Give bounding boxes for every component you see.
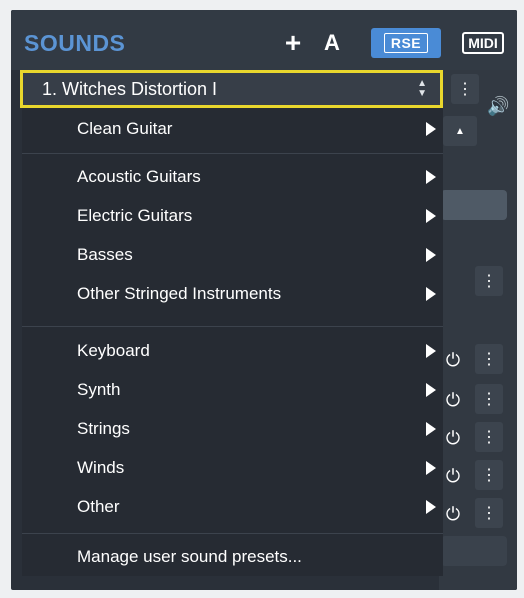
auto-button[interactable]: A xyxy=(317,28,347,58)
menu-divider xyxy=(22,533,443,534)
midi-label: MIDI xyxy=(462,32,504,54)
speaker-icon[interactable]: 🔊 xyxy=(487,96,509,117)
sound-preset-selector[interactable]: 1. Witches Distortion I ▲ ▼ xyxy=(20,70,443,108)
submenu-arrow-icon xyxy=(426,383,436,397)
menu-item-label: Basses xyxy=(77,245,133,264)
more-options-button[interactable]: ⋮ xyxy=(475,384,503,414)
more-options-button[interactable]: ⋮ xyxy=(475,422,503,452)
menu-divider xyxy=(22,326,443,327)
power-knob-icon[interactable]: ⏻ xyxy=(443,350,463,370)
more-options-button[interactable]: ⋮ xyxy=(475,460,503,490)
midi-button[interactable]: MIDI xyxy=(455,28,511,58)
track-slot-bar[interactable] xyxy=(441,190,507,220)
submenu-arrow-icon xyxy=(426,122,436,136)
more-icon: ⋮ xyxy=(481,391,497,408)
menu-item-synth[interactable]: Synth xyxy=(22,371,443,409)
more-options-button[interactable]: ⋮ xyxy=(451,74,479,104)
menu-item-electric-guitars[interactable]: Electric Guitars xyxy=(22,197,443,235)
submenu-arrow-icon xyxy=(426,422,436,436)
more-icon: ⋮ xyxy=(481,505,497,522)
menu-item-winds[interactable]: Winds xyxy=(22,449,443,487)
power-knob-icon[interactable]: ⏻ xyxy=(443,504,463,524)
sound-category-menu: Clean Guitar Acoustic Guitars Electric G… xyxy=(22,108,443,576)
more-options-button[interactable]: ⋮ xyxy=(475,266,503,296)
menu-item-label: Acoustic Guitars xyxy=(77,167,201,186)
submenu-arrow-icon xyxy=(426,461,436,475)
menu-item-other[interactable]: Other xyxy=(22,488,443,526)
collapse-button[interactable]: ▲ xyxy=(443,116,477,146)
submenu-arrow-icon xyxy=(426,500,436,514)
menu-item-label: Winds xyxy=(77,458,125,477)
power-knob-icon[interactable]: ⏻ xyxy=(443,466,463,486)
selected-sound-label: 1. Witches Distortion I xyxy=(42,78,218,99)
menu-item-label: Other xyxy=(77,497,120,516)
menu-item-label: Other Stringed Instruments xyxy=(77,284,282,303)
more-icon: ⋮ xyxy=(457,81,473,98)
menu-item-manage-presets[interactable]: Manage user sound presets... xyxy=(22,538,443,576)
more-icon: ⋮ xyxy=(481,273,497,290)
updown-chevrons-icon: ▲ ▼ xyxy=(417,78,427,99)
sounds-panel: SOUNDS + A RSE MIDI ⋮ 🔊 ▲ ⋮ ⏻ ⋮ ⏻ ⋮ ⏻ ⋮ … xyxy=(11,10,517,590)
menu-item-label: Clean Guitar xyxy=(77,119,173,138)
power-knob-icon[interactable]: ⏻ xyxy=(443,390,463,410)
more-icon: ⋮ xyxy=(481,467,497,484)
submenu-arrow-icon xyxy=(426,287,436,301)
submenu-arrow-icon xyxy=(426,209,436,223)
submenu-arrow-icon xyxy=(426,248,436,262)
more-options-button[interactable]: ⋮ xyxy=(475,344,503,374)
sounds-header: SOUNDS + A RSE MIDI xyxy=(11,10,517,70)
more-icon: ⋮ xyxy=(481,429,497,446)
add-sound-button[interactable]: + xyxy=(277,27,309,58)
power-knob-icon[interactable]: ⏻ xyxy=(443,428,463,448)
submenu-arrow-icon xyxy=(426,344,436,358)
rse-label: RSE xyxy=(383,33,429,53)
sounds-title: SOUNDS xyxy=(24,30,126,56)
menu-item-clean-guitar[interactable]: Clean Guitar xyxy=(22,110,443,148)
menu-item-label: Keyboard xyxy=(77,341,150,360)
menu-item-label: Manage user sound presets... xyxy=(77,547,302,566)
track-slot-bar[interactable] xyxy=(441,536,507,566)
menu-item-keyboard[interactable]: Keyboard xyxy=(22,332,443,370)
more-icon: ⋮ xyxy=(481,351,497,368)
menu-item-label: Strings xyxy=(77,419,130,438)
menu-divider xyxy=(22,153,443,154)
menu-item-other-stringed-instruments[interactable]: Other Stringed Instruments xyxy=(22,275,443,313)
menu-item-label: Synth xyxy=(77,380,121,399)
rse-button[interactable]: RSE xyxy=(371,28,441,58)
menu-item-label: Electric Guitars xyxy=(77,206,193,225)
menu-item-acoustic-guitars[interactable]: Acoustic Guitars xyxy=(22,158,443,196)
menu-item-strings[interactable]: Strings xyxy=(22,410,443,448)
more-options-button[interactable]: ⋮ xyxy=(475,498,503,528)
menu-item-basses[interactable]: Basses xyxy=(22,236,443,274)
submenu-arrow-icon xyxy=(426,170,436,184)
